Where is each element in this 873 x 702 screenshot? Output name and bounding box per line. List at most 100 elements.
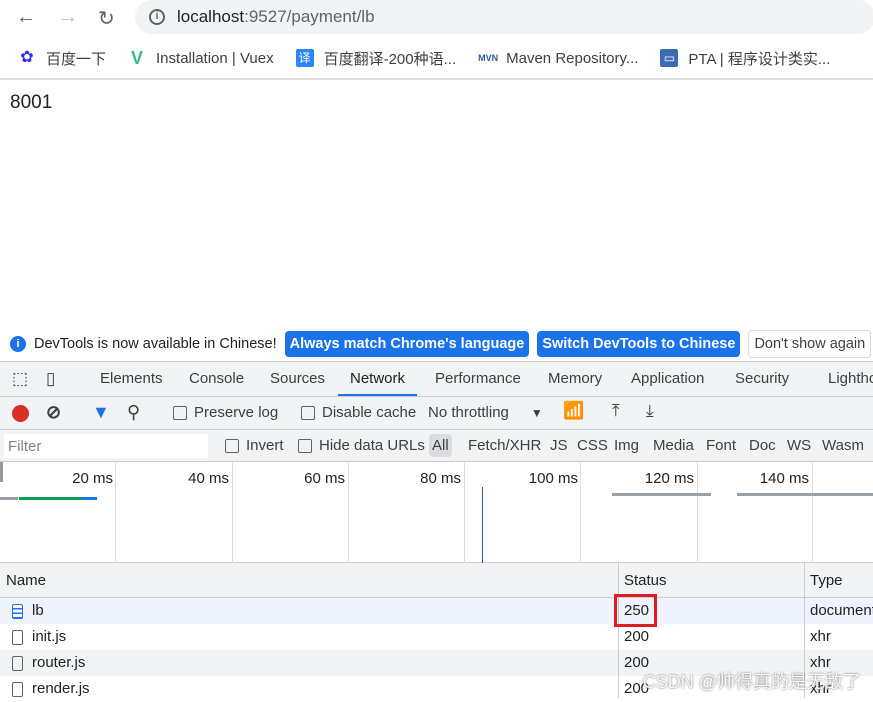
filter-type-js[interactable]: JS	[550, 437, 568, 454]
bookmark-baidu-translate[interactable]: 译百度翻译-200种语...	[295, 48, 457, 69]
tab-network[interactable]: Network	[338, 362, 418, 396]
file-icon	[12, 655, 23, 671]
column-name[interactable]: Name	[6, 572, 46, 589]
preserve-log-label: Preserve log	[194, 404, 279, 421]
reload-icon[interactable]: ↻	[98, 6, 115, 31]
bookmark-label: 百度翻译-200种语...	[323, 50, 457, 68]
url-host: localhost	[177, 7, 245, 26]
file-icon	[12, 681, 23, 697]
document-icon	[12, 603, 23, 619]
request-name: lb	[32, 602, 44, 619]
device-toolbar-icon[interactable]: ▯	[38, 362, 63, 396]
bookmark-pta[interactable]: ▭ PTA | 程序设计类实...	[660, 48, 830, 69]
always-match-language-button[interactable]: Always match Chrome's language	[284, 330, 530, 357]
tick-label: 140 ms	[759, 470, 809, 487]
request-bar	[19, 497, 81, 500]
tab-elements[interactable]: Elements	[92, 362, 171, 396]
filter-type-wasm[interactable]: Wasm	[822, 437, 864, 454]
tick-label: 60 ms	[304, 470, 345, 487]
network-conditions-icon[interactable]: 📶	[563, 401, 584, 421]
bookmark-vuex[interactable]: V Installation | Vuex	[128, 49, 274, 67]
network-timeline-overview[interactable]: 20 ms 40 ms 60 ms 80 ms 100 ms 120 ms 14…	[0, 462, 873, 563]
timeline-cursor	[0, 462, 3, 482]
gridline	[580, 462, 581, 563]
devtools-tabs: ⬚ ▯ Elements Console Sources Network Per…	[0, 362, 873, 397]
search-icon[interactable]: ⚲	[127, 402, 140, 423]
bookmark-baidu[interactable]: ✿ 百度一下	[18, 48, 106, 69]
request-status: 200	[624, 628, 650, 645]
gridline	[697, 462, 698, 563]
dropdown-arrow-icon: ▼	[530, 406, 543, 420]
address-bar[interactable]: i localhost:9527/payment/lb	[135, 0, 873, 34]
vue-logo-icon: V	[131, 48, 144, 68]
export-har-icon[interactable]: ⤓	[646, 401, 654, 421]
gridline	[348, 462, 349, 563]
filter-type-font[interactable]: Font	[706, 437, 736, 454]
filter-type-fetch-xhr[interactable]: Fetch/XHR	[468, 437, 541, 454]
record-icon[interactable]	[12, 405, 29, 422]
filter-type-media[interactable]: Media	[653, 437, 694, 454]
filter-type-css[interactable]: CSS	[577, 437, 608, 454]
info-icon: i	[10, 335, 26, 352]
status-highlight-box	[614, 594, 657, 627]
column-divider[interactable]	[618, 563, 619, 698]
table-row[interactable]: init.js 200 xhr	[0, 624, 873, 650]
back-icon[interactable]: ←	[16, 6, 36, 29]
request-name: init.js	[32, 628, 67, 645]
request-bar	[737, 493, 873, 496]
filter-icon[interactable]: ▼	[92, 402, 110, 423]
inspect-element-icon[interactable]: ⬚	[4, 362, 36, 396]
column-status[interactable]: Status	[624, 572, 667, 589]
bookmark-label: Installation | Vuex	[156, 49, 274, 67]
tab-sources[interactable]: Sources	[262, 362, 333, 396]
column-type[interactable]: Type	[810, 572, 843, 589]
filter-type-img[interactable]: Img	[614, 437, 639, 454]
request-name: render.js	[32, 680, 90, 697]
table-row[interactable]: lb 250 document	[0, 598, 873, 624]
disable-cache-checkbox[interactable]: Disable cache	[301, 404, 416, 421]
pta-icon: ▭	[660, 49, 679, 67]
bookmarks-bar: ✿ 百度一下 V Installation | Vuex 译百度翻译-200种语..…	[0, 40, 834, 76]
request-type: xhr	[810, 628, 831, 645]
request-bar	[612, 493, 711, 496]
tab-console[interactable]: Console	[181, 362, 252, 396]
filter-input[interactable]: Filter	[4, 434, 208, 458]
invert-checkbox[interactable]: Invert	[225, 437, 284, 454]
bookmark-label: PTA | 程序设计类实...	[688, 50, 831, 68]
bookmark-maven[interactable]: MVN Maven Repository...	[478, 49, 638, 67]
filter-row: Filter Invert Hide data URLs All Fetch/X…	[0, 430, 873, 462]
request-table-header: Name Status Type	[0, 563, 873, 598]
page-body-text: 8001	[10, 92, 53, 113]
disable-cache-label: Disable cache	[322, 404, 417, 421]
translate-icon: 译	[295, 49, 314, 67]
import-har-icon[interactable]: ⤒	[612, 401, 620, 421]
tick-label: 100 ms	[528, 470, 578, 487]
forward-icon[interactable]: →	[58, 6, 78, 29]
clear-icon[interactable]: ⊘	[46, 402, 61, 423]
tab-performance[interactable]: Performance	[427, 362, 529, 396]
tab-lighthouse[interactable]: Lighthouse	[820, 362, 873, 396]
bookmark-label: 百度一下	[46, 50, 107, 68]
hide-data-urls-label: Hide data URLs	[319, 437, 425, 454]
url-path: :9527/payment/lb	[244, 7, 375, 26]
request-bar	[81, 497, 97, 500]
request-bar	[0, 497, 18, 500]
switch-to-chinese-button[interactable]: Switch DevTools to Chinese	[537, 330, 741, 357]
maven-icon: MVN	[478, 53, 499, 63]
filter-type-ws[interactable]: WS	[787, 437, 811, 454]
infobar-message: DevTools is now available in Chinese!	[34, 335, 277, 352]
throttling-value: No throttling	[428, 404, 509, 421]
gridline	[232, 462, 233, 563]
filter-type-doc[interactable]: Doc	[749, 437, 776, 454]
dom-content-loaded-marker	[482, 487, 483, 563]
dont-show-again-button[interactable]: Don't show again	[748, 329, 872, 358]
tab-memory[interactable]: Memory	[540, 362, 610, 396]
throttling-select[interactable]: No throttling ▼	[428, 404, 543, 421]
filter-type-all[interactable]: All	[429, 434, 452, 457]
site-info-icon[interactable]: i	[149, 9, 165, 25]
tab-security[interactable]: Security	[727, 362, 797, 396]
hide-data-urls-checkbox[interactable]: Hide data URLs	[298, 437, 425, 454]
tab-application[interactable]: Application	[623, 362, 712, 396]
tick-label: 80 ms	[420, 470, 461, 487]
preserve-log-checkbox[interactable]: Preserve log	[173, 404, 278, 421]
